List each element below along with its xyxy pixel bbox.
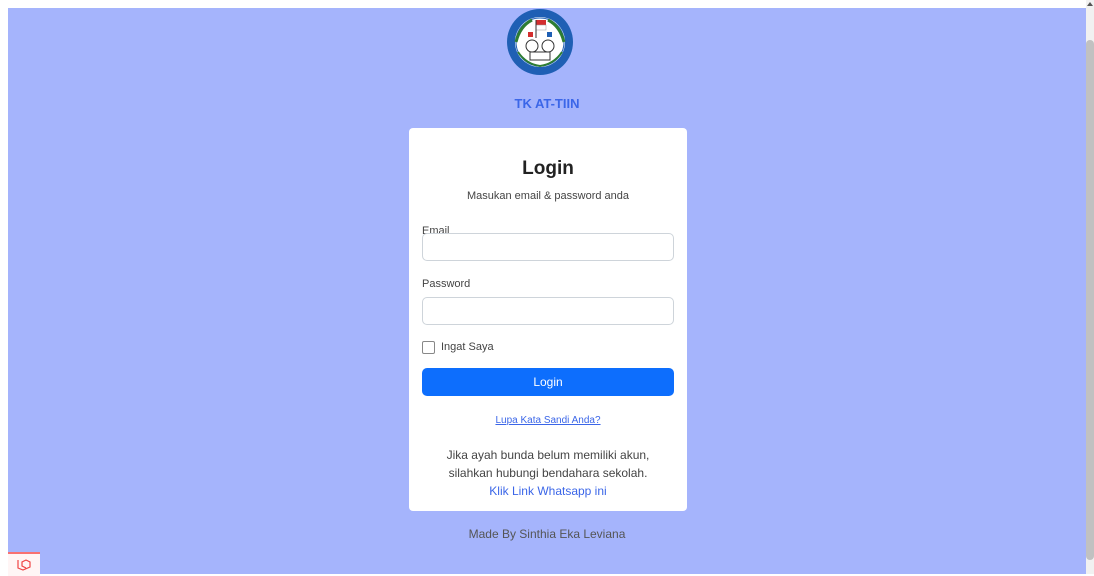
forgot-password-link[interactable]: Lupa Kata Sandi Anda? xyxy=(409,415,687,426)
info-text-line-2: silahkan hubungi bendahara sekolah. xyxy=(448,466,648,480)
password-label: Password xyxy=(422,278,471,290)
login-subtitle: Masukan email & password anda xyxy=(466,190,630,202)
vertical-scrollbar[interactable] xyxy=(1086,0,1094,574)
school-emblem-icon xyxy=(502,8,578,76)
password-field[interactable] xyxy=(422,297,674,325)
laravel-debugbar-icon[interactable] xyxy=(8,552,40,576)
login-button[interactable]: Login xyxy=(422,368,674,396)
brand-name: TK AT-TIIN xyxy=(514,96,580,111)
scroll-up-arrow-icon[interactable] xyxy=(1087,2,1093,6)
email-field[interactable] xyxy=(422,233,674,261)
info-text-line-1: Jika ayah bunda belum memiliki akun, xyxy=(446,448,650,462)
login-card: Login Masukan email & password anda Emai… xyxy=(409,128,687,511)
remember-checkbox[interactable] xyxy=(422,340,435,354)
whatsapp-link[interactable]: Klik Link Whatsapp ini xyxy=(409,484,687,498)
login-title: Login xyxy=(522,158,574,179)
remember-me[interactable]: Ingat Saya xyxy=(422,340,494,354)
footer-credit: Made By Sinthia Eka Leviana xyxy=(468,527,626,541)
remember-label: Ingat Saya xyxy=(441,341,494,353)
scroll-thumb[interactable] xyxy=(1086,40,1094,560)
